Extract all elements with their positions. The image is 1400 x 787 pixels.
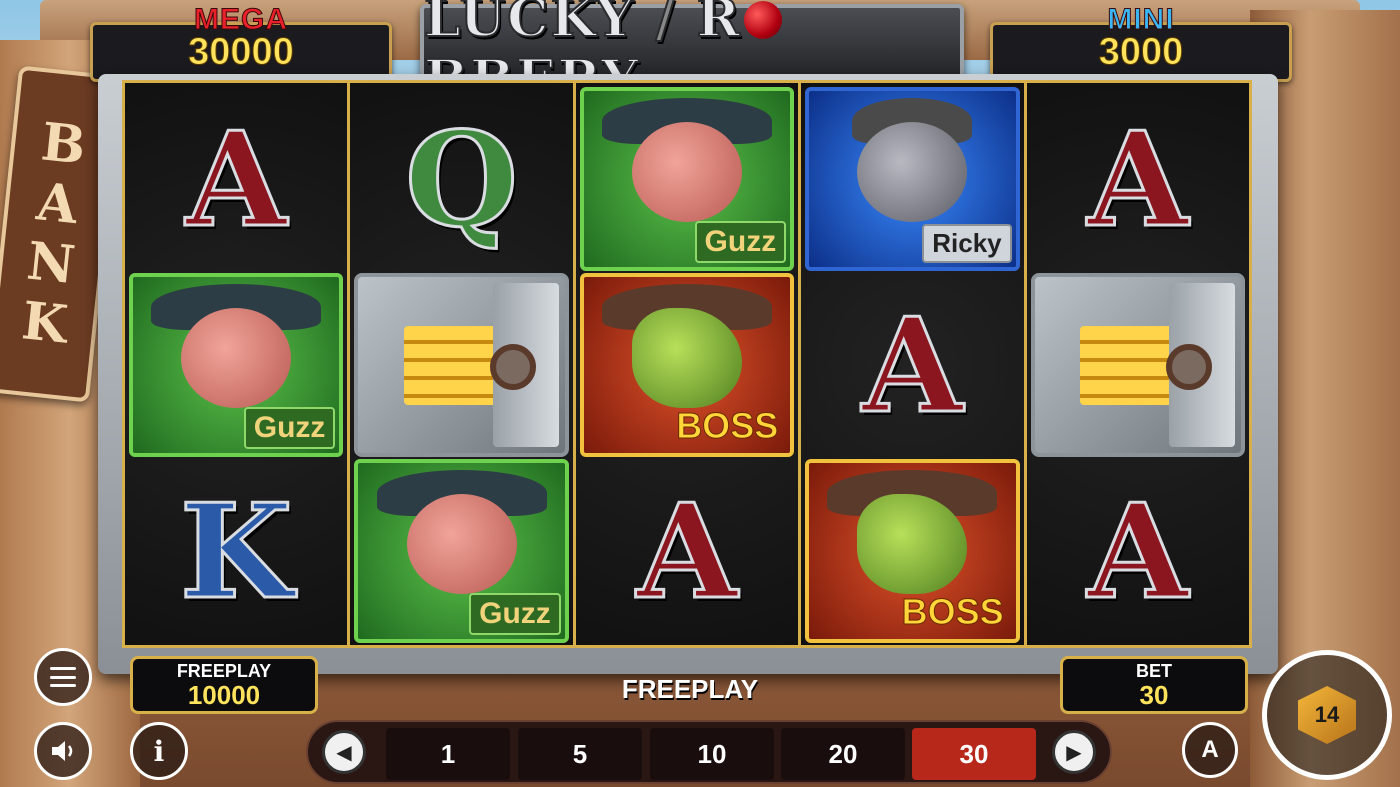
symbol-rat-ricky: Ricky [805, 87, 1020, 271]
mini-jackpot-value: 3000 [1098, 31, 1184, 74]
symbol-k: K [129, 459, 343, 643]
reel-3: Guzz BOSS A [575, 83, 802, 645]
bet-option[interactable]: 1 [386, 728, 510, 780]
symbol-a: A [1031, 87, 1245, 271]
freeplay-balance: FREEPLAY 10000 [130, 656, 318, 714]
logo-word-r: R [696, 0, 742, 50]
vault-dial-icon [489, 343, 536, 390]
symbol-a: A [805, 273, 1019, 457]
mode-label: FREEPLAY [621, 674, 759, 704]
bet-selector: ◀ 1 5 10 20 30 ▶ [306, 720, 1112, 784]
pig-character [406, 493, 517, 594]
bank-sign-letter: K [18, 290, 71, 356]
symbol-q: Q [354, 87, 568, 271]
bomb-icon [743, 0, 782, 39]
symbol-letter: A [860, 287, 964, 443]
bet-display: BET 30 [1060, 656, 1248, 714]
reel-5: AA [1026, 83, 1250, 645]
bank-sign-letter: A [33, 171, 81, 237]
bank-sign-letter: B [38, 111, 89, 177]
symbol-croc-boss: BOSS [579, 273, 795, 457]
reel-2: Q Guzz [350, 83, 576, 645]
bet-display-value: 30 [1139, 680, 1169, 710]
symbol-pig-guzz: Guzz [129, 273, 344, 457]
character-name-tag: Ricky [922, 224, 1012, 263]
mega-jackpot: MEGA 30000 [90, 3, 392, 82]
freeplay-balance-label: FREEPLAY [176, 661, 272, 681]
logo-word-lucky: LUCKY [423, 0, 636, 50]
info-button[interactable]: i [130, 722, 188, 780]
speaker-icon [52, 741, 73, 761]
symbol-letter: A [1086, 101, 1190, 257]
spin-button[interactable]: 14 [1262, 650, 1392, 780]
bet-display-label: BET [1136, 661, 1172, 681]
pig-character [181, 307, 292, 408]
gold-bars [1080, 326, 1173, 406]
symbol-vault [354, 273, 569, 457]
bet-prev-button[interactable]: ◀ [322, 730, 366, 774]
bet-next-button[interactable]: ▶ [1052, 730, 1096, 774]
symbol-a: A [129, 87, 343, 271]
spin-icon: 14 [1298, 686, 1356, 744]
vault-dial-icon [1166, 343, 1213, 390]
symbol-vault [1030, 273, 1246, 457]
rat-character [857, 121, 968, 222]
reel-1: A Guzz K [125, 83, 351, 645]
hamburger-menu-icon [50, 667, 76, 687]
mega-jackpot-value: 30000 [188, 31, 295, 74]
info-icon: i [153, 734, 165, 768]
bet-option[interactable]: 20 [781, 728, 905, 780]
gold-bars [403, 326, 497, 406]
symbol-letter: A [1086, 473, 1190, 629]
autoplay-icon: A [1201, 736, 1219, 763]
pig-character [632, 121, 743, 222]
sound-button[interactable] [34, 722, 92, 780]
bet-option[interactable]: 30 [912, 728, 1036, 780]
freeplay-balance-value: 10000 [187, 680, 261, 710]
symbol-pig-guzz: Guzz [579, 87, 795, 271]
character-name-tag: BOSS [901, 591, 1004, 633]
symbol-croc-boss: BOSS [805, 459, 1020, 643]
character-name-tag: Guzz [469, 593, 561, 635]
chevron-right-icon: ▶ [1066, 740, 1082, 764]
character-name-tag: BOSS [676, 405, 779, 447]
chevron-left-icon: ◀ [336, 740, 352, 764]
reel-4: Ricky A BOSS [801, 83, 1027, 645]
character-name-tag: Guzz [243, 407, 336, 449]
reel-grid: A Guzz K Q Guzz Guzz BOSS A Ricky A BOSS AA [122, 80, 1252, 648]
bank-sign-letter: N [24, 230, 78, 297]
bet-option[interactable]: 5 [518, 728, 642, 780]
symbol-a: A [1031, 459, 1245, 643]
symbol-letter: A [635, 473, 739, 629]
symbol-letter: Q [403, 101, 519, 257]
symbol-letter: A [184, 101, 288, 257]
mini-jackpot: MINI 3000 [990, 3, 1292, 82]
symbol-pig-guzz: Guzz [354, 459, 569, 643]
menu-button[interactable] [34, 648, 92, 706]
bet-option[interactable]: 10 [650, 728, 774, 780]
symbol-letter: K [178, 473, 294, 629]
autoplay-button[interactable]: A [1182, 722, 1238, 778]
spin-badge: 14 [1314, 702, 1340, 727]
symbol-a: A [580, 459, 794, 643]
character-name-tag: Guzz [694, 221, 787, 263]
